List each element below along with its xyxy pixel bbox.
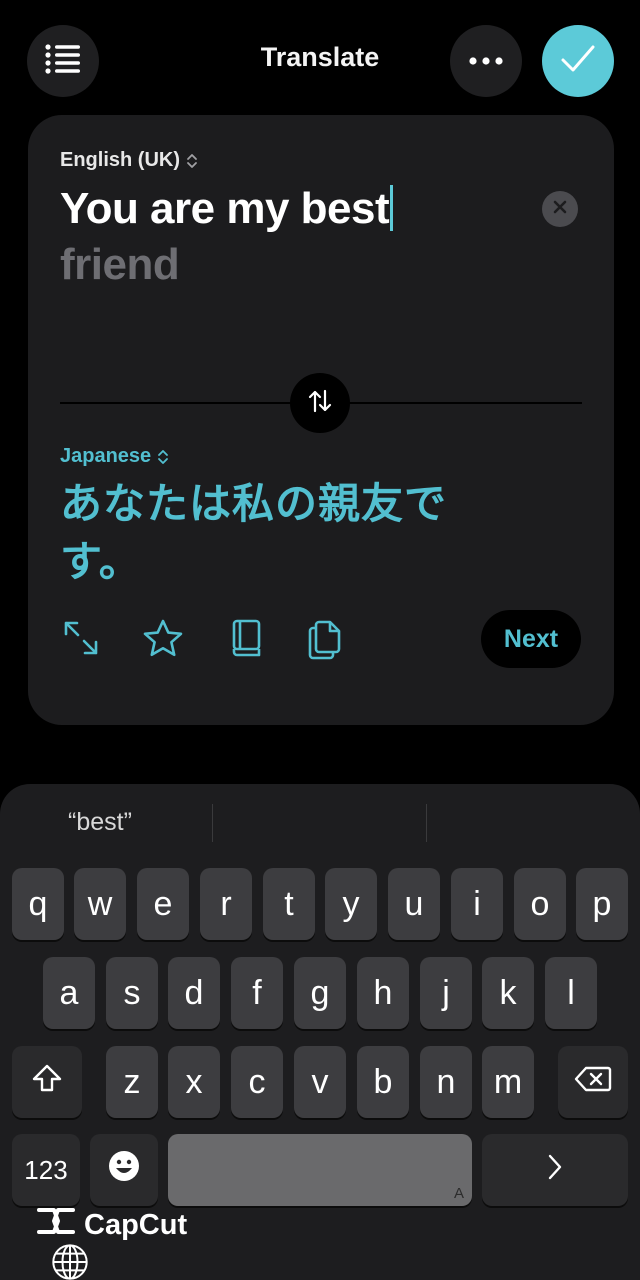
shift-icon <box>31 1063 63 1102</box>
source-language-selector[interactable]: English (UK) <box>60 149 198 172</box>
key-b[interactable]: b <box>357 1046 409 1118</box>
key-q[interactable]: q <box>12 868 64 940</box>
key-m[interactable]: m <box>482 1046 534 1118</box>
key-y[interactable]: y <box>325 868 377 940</box>
source-suggestion-text: friend <box>60 240 180 289</box>
return-key[interactable] <box>482 1134 628 1206</box>
more-icon <box>469 52 503 70</box>
key-u[interactable]: u <box>388 868 440 940</box>
shift-key[interactable] <box>12 1046 82 1118</box>
globe-key[interactable] <box>46 1242 94 1280</box>
checkmark-icon <box>560 44 596 79</box>
suggestion-separator <box>426 804 427 842</box>
key-l[interactable]: l <box>545 957 597 1029</box>
capcut-logo-icon <box>36 1206 76 1244</box>
swap-languages-button[interactable] <box>290 373 350 433</box>
key-w[interactable]: w <box>74 868 126 940</box>
text-caret <box>390 185 394 231</box>
more-button[interactable] <box>450 25 522 97</box>
book-icon <box>229 618 263 663</box>
swap-icon <box>306 387 334 420</box>
updown-icon <box>157 448 169 466</box>
suggestion-bar: “best” <box>0 784 640 864</box>
source-typed-text: You are my best <box>60 184 390 233</box>
dictionary-button[interactable] <box>224 618 268 662</box>
star-icon <box>142 618 184 663</box>
key-s[interactable]: s <box>106 957 158 1029</box>
key-t[interactable]: t <box>263 868 315 940</box>
key-k[interactable]: k <box>482 957 534 1029</box>
source-language-label: English (UK) <box>60 149 180 171</box>
translated-text: あなたは私の親友です。 <box>60 479 448 586</box>
key-x[interactable]: x <box>168 1046 220 1118</box>
globe-icon <box>46 1244 94 1280</box>
updown-icon <box>186 152 198 170</box>
suggestion-separator <box>212 804 213 842</box>
suggestion-item[interactable]: “best” <box>68 808 132 837</box>
chevron-right-icon <box>547 1151 563 1190</box>
key-e[interactable]: e <box>137 868 189 940</box>
key-d[interactable]: d <box>168 957 220 1029</box>
target-language-label: Japanese <box>60 445 152 467</box>
expand-icon <box>62 619 100 662</box>
clear-icon <box>553 200 567 219</box>
key-n[interactable]: n <box>420 1046 472 1118</box>
next-button[interactable]: Next <box>481 610 581 668</box>
space-key[interactable]: A <box>168 1134 472 1206</box>
key-v[interactable]: v <box>294 1046 346 1118</box>
clear-button[interactable] <box>542 191 578 227</box>
capcut-watermark: CapCut <box>36 1206 187 1244</box>
done-button[interactable] <box>542 25 614 97</box>
delete-key[interactable] <box>558 1046 628 1118</box>
source-text-input[interactable]: You are my best friend <box>60 181 530 293</box>
key-z[interactable]: z <box>106 1046 158 1118</box>
key-r[interactable]: r <box>200 868 252 940</box>
key-i[interactable]: i <box>451 868 503 940</box>
key-j[interactable]: j <box>420 957 472 1029</box>
emoji-icon <box>107 1149 141 1192</box>
expand-button[interactable] <box>59 618 103 662</box>
key-p[interactable]: p <box>576 868 628 940</box>
capcut-watermark-text: CapCut <box>84 1208 188 1241</box>
numbers-key[interactable]: 123 <box>12 1134 80 1206</box>
key-a[interactable]: a <box>43 957 95 1029</box>
key-h[interactable]: h <box>357 957 409 1029</box>
key-o[interactable]: o <box>514 868 566 940</box>
copy-button[interactable] <box>304 618 348 662</box>
key-f[interactable]: f <box>231 957 283 1029</box>
favorite-button[interactable] <box>141 618 185 662</box>
key-g[interactable]: g <box>294 957 346 1029</box>
translation-card: English (UK) You are my best friend Japa… <box>28 115 614 725</box>
target-language-selector[interactable]: Japanese <box>60 445 169 468</box>
key-c[interactable]: c <box>231 1046 283 1118</box>
delete-icon <box>574 1063 612 1102</box>
space-key-mark: A <box>453 1185 464 1202</box>
emoji-key[interactable] <box>90 1134 158 1206</box>
copy-icon <box>306 616 346 665</box>
